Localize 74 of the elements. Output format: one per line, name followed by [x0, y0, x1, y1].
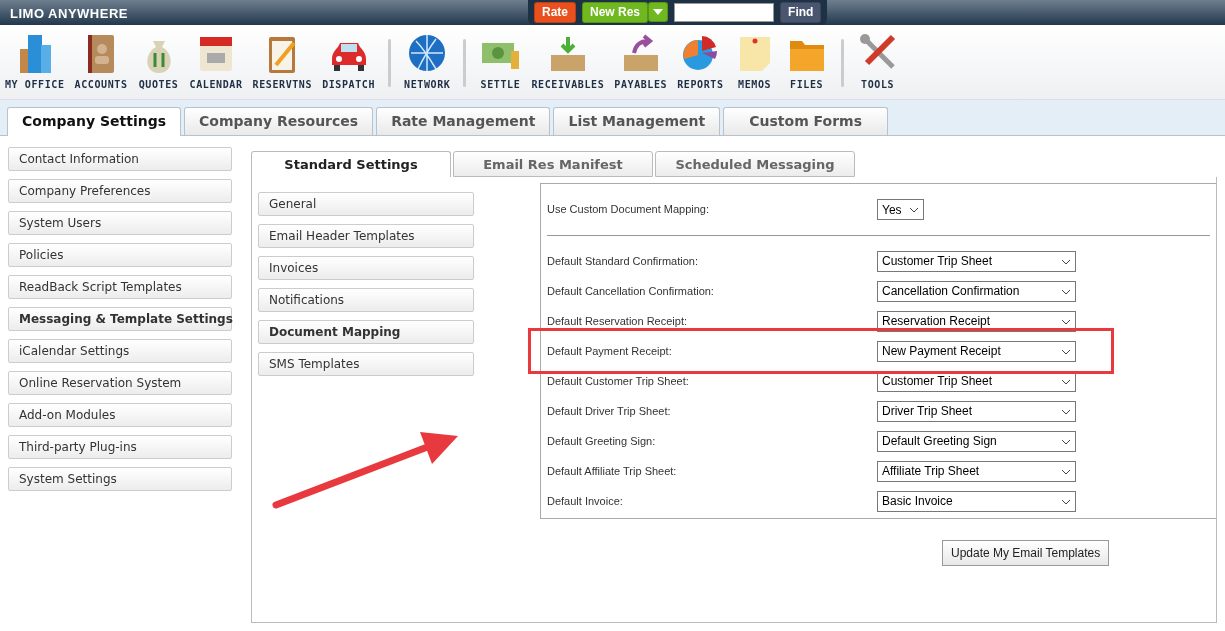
- sub-tab[interactable]: Email Res Manifest: [453, 151, 653, 177]
- field-label: Use Custom Document Mapping:: [547, 202, 710, 218]
- rate-button[interactable]: Rate: [534, 2, 576, 23]
- toolbar-button[interactable]: TOOLS: [851, 25, 904, 97]
- chevron-icon: [1061, 258, 1071, 265]
- field-label: Default Payment Receipt:: [547, 343, 673, 359]
- field-label: Default Customer Trip Sheet:: [547, 373, 690, 389]
- chevron-icon: [1061, 468, 1071, 475]
- toolbar-button[interactable]: RESERVTNS: [247, 25, 318, 97]
- field-label: Default Affiliate Trip Sheet:: [547, 463, 678, 479]
- logo-text: LIMO ANYWHERE: [10, 5, 128, 23]
- sidebar-item[interactable]: Contact Information: [8, 147, 232, 171]
- chevron-icon: [1061, 318, 1071, 325]
- toolbar-button[interactable]: CALENDAR: [184, 25, 248, 97]
- dropdown-button[interactable]: [648, 2, 669, 22]
- dropdown[interactable]: Basic Invoice: [877, 490, 1076, 512]
- sidebar-item[interactable]: Messaging & Template Settings: [8, 307, 232, 331]
- submenu-item[interactable]: Document Mapping: [258, 320, 474, 344]
- toolbar-button[interactable]: FILES: [780, 25, 833, 97]
- dropdown[interactable]: Cancellation Confirmation: [877, 280, 1076, 302]
- update-button[interactable]: Update My Email Templates: [942, 540, 1110, 566]
- submenu-item[interactable]: Notifications: [258, 288, 474, 312]
- dropdown[interactable]: Yes: [877, 199, 924, 220]
- tab[interactable]: Company Resources: [184, 107, 374, 135]
- submenu-item[interactable]: Invoices: [258, 256, 474, 280]
- dropdown[interactable]: New Payment Receipt: [877, 340, 1076, 362]
- toolbar-button[interactable]: NETWORK: [399, 25, 456, 97]
- tab[interactable]: Company Settings: [7, 107, 181, 136]
- toolbar-button[interactable]: QUOTES: [132, 25, 185, 97]
- toolbar-button[interactable]: MY OFFICE: [0, 25, 70, 97]
- toolbar-button[interactable]: RECEIVABLES: [526, 25, 610, 97]
- chevron-icon: [1061, 498, 1071, 505]
- sidebar-item[interactable]: Third-party Plug-ins: [8, 435, 232, 459]
- submenu-item[interactable]: General: [258, 192, 474, 216]
- submenu-item[interactable]: SMS Templates: [258, 352, 474, 376]
- chevron-icon: [1061, 408, 1071, 415]
- chevron-icon: [1061, 288, 1071, 295]
- sub-tab[interactable]: Scheduled Messaging: [655, 151, 855, 177]
- tab[interactable]: Custom Forms: [723, 107, 889, 135]
- caret-icon: [653, 9, 664, 15]
- toolbar-button[interactable]: PAYABLES: [609, 25, 673, 97]
- toolbar-button[interactable]: REPORTS: [672, 25, 729, 97]
- sidebar-item[interactable]: Company Preferences: [8, 179, 232, 203]
- sub-tab[interactable]: Standard Settings: [251, 151, 451, 177]
- dropdown[interactable]: Customer Trip Sheet: [877, 250, 1076, 272]
- dropdown[interactable]: Driver Trip Sheet: [877, 400, 1076, 422]
- field-label: Default Invoice:: [547, 493, 624, 509]
- chevron-icon: [1061, 348, 1071, 355]
- field-label: Default Driver Trip Sheet:: [547, 403, 672, 419]
- tab[interactable]: List Management: [553, 107, 721, 135]
- field-label: Default Greeting Sign:: [547, 433, 657, 449]
- chevron-icon: [1061, 378, 1071, 385]
- tab[interactable]: Rate Management: [376, 107, 551, 135]
- toolbar-button[interactable]: ACCOUNTS: [69, 25, 133, 97]
- field-label: Default Cancellation Confirmation:: [547, 283, 715, 299]
- field-label: Default Reservation Receipt:: [547, 313, 688, 329]
- sidebar-item[interactable]: ReadBack Script Templates: [8, 275, 232, 299]
- toolbar-button[interactable]: SETTLE: [474, 25, 527, 97]
- toolbar-button[interactable]: DISPATCH: [317, 25, 381, 97]
- search-field[interactable]: [674, 3, 775, 22]
- toolbar-button[interactable]: MEMOS: [728, 25, 781, 97]
- dropdown[interactable]: Default Greeting Sign: [877, 430, 1076, 452]
- submenu-item[interactable]: Email Header Templates: [258, 224, 474, 248]
- sidebar-item[interactable]: System Users: [8, 211, 232, 235]
- field-label: Default Standard Confirmation:: [547, 253, 700, 269]
- sidebar-item[interactable]: Online Reservation System: [8, 371, 232, 395]
- find-button[interactable]: Find: [780, 2, 822, 23]
- sidebar-item[interactable]: Add-on Modules: [8, 403, 232, 427]
- chevron-icon: [909, 207, 919, 214]
- sidebar-item[interactable]: iCalendar Settings: [8, 339, 232, 363]
- dropdown[interactable]: Affiliate Trip Sheet: [877, 460, 1076, 482]
- sidebar-item[interactable]: System Settings: [8, 467, 232, 491]
- chevron-icon: [1061, 438, 1071, 445]
- sidebar-item[interactable]: Policies: [8, 243, 232, 267]
